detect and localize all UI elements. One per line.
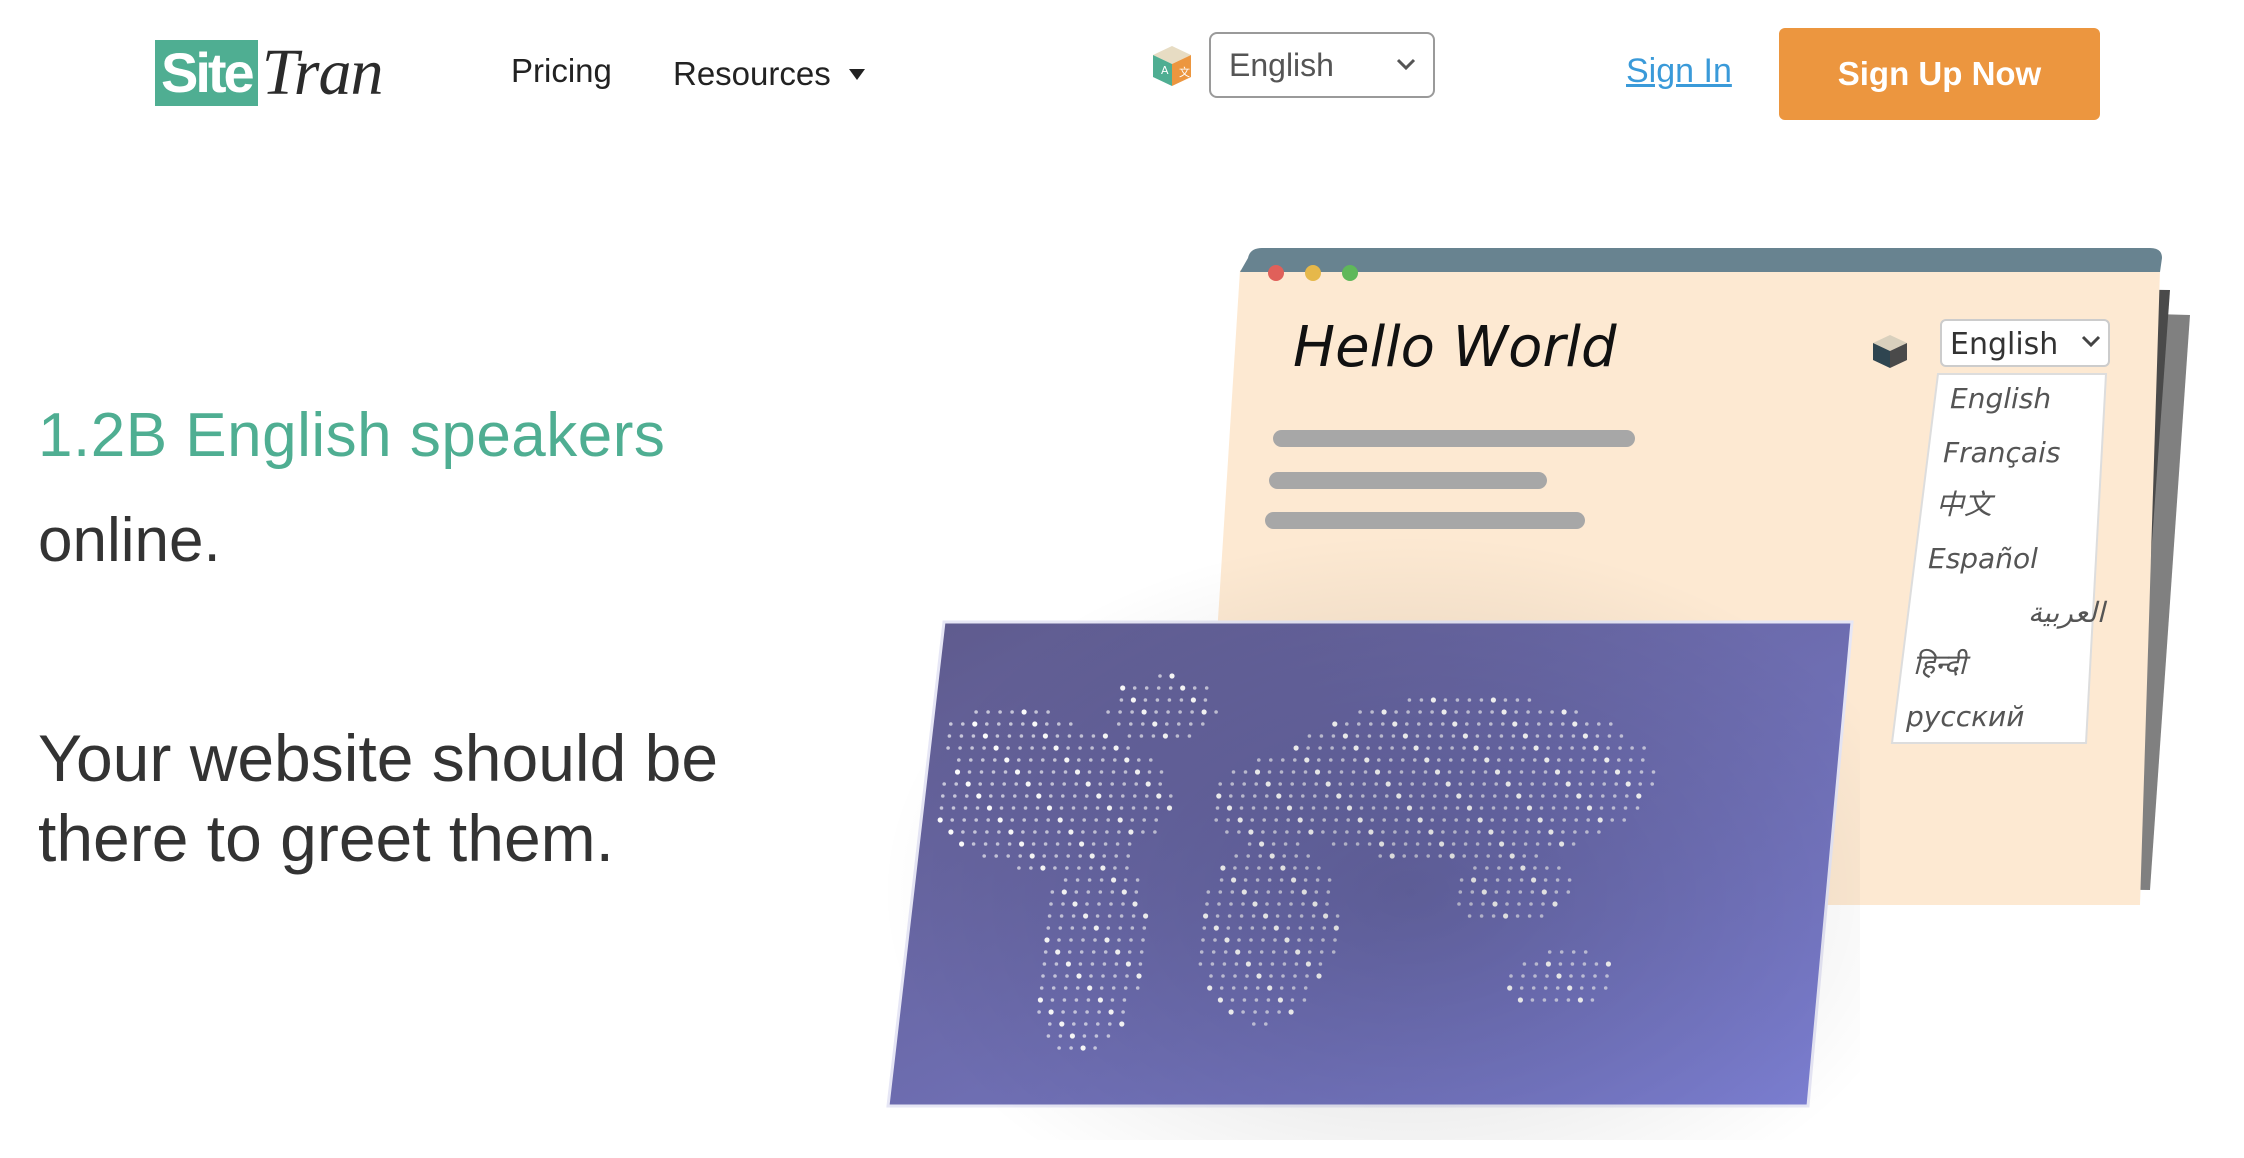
placeholder-line-2 — [1269, 472, 1547, 489]
hello-world-text: Hello World — [1293, 315, 1617, 380]
sign-in-link[interactable]: Sign In — [1626, 52, 1732, 91]
logo-tran-text: Tran — [261, 36, 384, 109]
placeholder-line-1 — [1273, 430, 1635, 447]
translation-cube-icon: A 文 — [1153, 46, 1191, 86]
sign-up-button[interactable]: Sign Up Now — [1779, 28, 2100, 120]
hero-tagline: Your website should be there to greet th… — [38, 721, 719, 875]
nav-pricing-link[interactable]: Pricing — [511, 52, 612, 90]
language-select-value: English — [1229, 46, 1334, 83]
nav-resources-menu[interactable]: Resources — [673, 55, 865, 93]
dropdown-option-5: हिन्दी — [1913, 648, 1971, 681]
dropdown-option-0: English — [1950, 382, 2051, 415]
window-dot-yellow — [1305, 265, 1321, 281]
sitetran-logo[interactable]: Site Tran — [155, 36, 383, 109]
svg-text:A: A — [1161, 64, 1169, 77]
dropdown-option-6: русский — [1905, 700, 2024, 733]
nav-resources-label: Resources — [673, 55, 831, 92]
dropdown-option-4: العربية — [2028, 596, 2108, 629]
svg-text:文: 文 — [1179, 65, 1190, 79]
language-select[interactable]: English — [1209, 32, 1435, 98]
logo-site-text: Site — [155, 40, 258, 106]
dropdown-option-1: Français — [1943, 436, 2060, 469]
illustration-shadow — [860, 520, 1860, 1140]
dropdown-option-3: Español — [1928, 542, 2038, 575]
hero-illustration: Hello World English English Français 中文 … — [860, 240, 2200, 1140]
window-dot-green — [1342, 265, 1358, 281]
hero-stat-subline: online. — [38, 506, 221, 575]
hero-stat-headline: 1.2B English speakers — [38, 401, 666, 470]
dropdown-option-2: 中文 — [1936, 488, 1996, 521]
browser-title-bar — [1240, 248, 2162, 272]
mini-language-select-value: English — [1950, 327, 2058, 362]
window-dot-red — [1268, 265, 1284, 281]
caret-down-icon — [848, 68, 865, 80]
chevron-down-icon — [1396, 58, 1416, 71]
